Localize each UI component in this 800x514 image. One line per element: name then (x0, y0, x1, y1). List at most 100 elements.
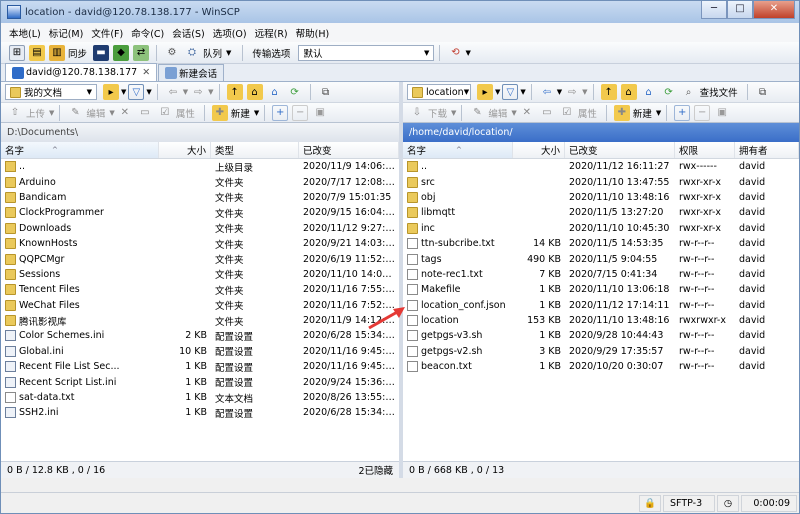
root-dir-icon[interactable]: ⌂ (620, 84, 637, 100)
col-owner[interactable]: 拥有者 (735, 142, 799, 158)
forward-dropdown-icon[interactable]: ▼ (208, 88, 213, 96)
delete-icon[interactable]: ✕ (519, 105, 535, 121)
menu-files[interactable]: 文件(F) (91, 26, 123, 40)
find-files-button[interactable]: 查找文件 (700, 85, 738, 99)
local-file-row[interactable]: SSH2.ini 1 KB 配置设置 2020/6/28 15:34:35 (1, 405, 399, 420)
download-icon[interactable]: ⇩ (409, 105, 425, 121)
local-file-row[interactable]: QQPCMgr 文件夹 2020/6/19 11:52:44 (1, 251, 399, 266)
remote-location-select[interactable]: location ▼ (407, 84, 471, 100)
new-button[interactable]: 新建 (633, 106, 652, 120)
download-dropdown-icon[interactable]: ▼ (451, 109, 456, 117)
download-button[interactable]: 下载 (428, 106, 447, 120)
compare-dirs-icon[interactable]: ▤ (29, 44, 45, 61)
properties-icon[interactable]: ☑ (559, 105, 575, 121)
local-file-row[interactable]: 腾讯影视库 文件夹 2020/11/9 14:12:57 (1, 313, 399, 328)
select-all-icon[interactable]: + (674, 104, 691, 121)
home-icon[interactable]: ⌂ (267, 84, 283, 100)
sync-button[interactable]: 同步 (68, 46, 87, 60)
find-files-icon[interactable]: ⌕ (681, 84, 697, 100)
sync-icon[interactable]: ⇄ (133, 44, 150, 61)
new-dropdown-icon[interactable]: ▼ (656, 109, 661, 117)
menu-remote[interactable]: 远程(R) (255, 26, 288, 40)
remote-file-row[interactable]: getpgs-v3.sh 1 KB 2020/9/28 10:44:43 rw-r--… (403, 328, 799, 343)
upload-button[interactable]: 上传 (26, 106, 45, 120)
local-file-row[interactable]: Sessions 文件夹 2020/11/10 14:09:42 (1, 267, 399, 282)
open-folder-icon[interactable]: ▸ (477, 84, 493, 100)
menu-session[interactable]: 会话(S) (172, 26, 204, 40)
local-status-hidden[interactable]: 2已隐藏 (358, 463, 393, 477)
local-file-row[interactable]: Color Schemes.ini 2 KB 配置设置 2020/6/28 15:34… (1, 328, 399, 343)
local-file-row[interactable]: Arduino 文件夹 2020/7/17 12:08:40 (1, 174, 399, 189)
refresh-icon[interactable]: ⟳ (287, 84, 303, 100)
home-icon[interactable]: ⌂ (641, 84, 657, 100)
new-folder-icon[interactable]: ✚ (613, 104, 630, 121)
remote-file-row[interactable]: .. 2020/11/12 16:11:27 rwx------ david (403, 159, 799, 174)
new-folder-icon[interactable]: ✚ (211, 104, 228, 121)
remote-path-bar[interactable]: /home/david/location/ (403, 123, 799, 142)
open-dropdown-icon[interactable]: ▼ (121, 88, 126, 96)
filter-icon[interactable]: ▽ (128, 84, 145, 100)
transfer-settings-dropdown-icon[interactable]: ▼ (465, 49, 470, 57)
deselect-icon[interactable]: − (292, 104, 309, 121)
back-dropdown-icon[interactable]: ▼ (183, 88, 188, 96)
filter-dropdown-icon[interactable]: ▼ (146, 88, 151, 96)
remote-file-row[interactable]: location_conf.json 1 KB 2020/11/12 17:14:1… (403, 298, 799, 313)
col-name[interactable]: 名字 ^ (403, 142, 513, 158)
tree-toggle-icon[interactable]: ⧉ (318, 84, 334, 100)
tab-new-session[interactable]: 新建会话 (158, 64, 225, 81)
properties-icon[interactable]: ☑ (157, 105, 173, 121)
upload-dropdown-icon[interactable]: ▼ (49, 109, 54, 117)
col-name[interactable]: 名字 ^ (1, 142, 159, 158)
back-arrow-icon[interactable]: ⇦ (165, 84, 181, 100)
minimize-button[interactable]: ─ (701, 1, 727, 19)
upload-icon[interactable]: ⇧ (7, 105, 23, 121)
properties-button[interactable]: 属性 (578, 106, 597, 120)
local-file-row[interactable]: Bandicam 文件夹 2020/7/9 15:01:35 (1, 190, 399, 205)
putty-icon[interactable]: ◆ (113, 44, 130, 61)
col-type[interactable]: 类型 (211, 142, 299, 158)
queue-button[interactable]: 队列 (203, 46, 222, 60)
local-file-row[interactable]: Global.ini 10 KB 配置设置 2020/11/16 9:45:48 (1, 344, 399, 359)
tab-close-icon[interactable]: ✕ (142, 67, 150, 78)
local-file-row[interactable]: Recent Script List.ini 1 KB 配置设置 2020/9/24 … (1, 374, 399, 389)
remote-file-row[interactable]: location 153 KB 2020/11/10 13:48:16 rwxrwxr… (403, 313, 799, 328)
menu-mark[interactable]: 标记(M) (49, 26, 84, 40)
remote-file-row[interactable]: inc 2020/11/10 10:45:30 rwxr-xr-x david (403, 221, 799, 236)
select-all-icon[interactable]: + (272, 104, 289, 121)
tree-toggle-icon[interactable]: ⧉ (755, 84, 771, 100)
delete-icon[interactable]: ✕ (117, 105, 133, 121)
remote-file-row[interactable]: getpgs-v2.sh 3 KB 2020/9/29 17:35:57 rw-r--… (403, 344, 799, 359)
edit-button[interactable]: 编辑 (86, 106, 105, 120)
parent-dir-icon[interactable]: ↑ (226, 84, 243, 100)
invert-selection-icon[interactable]: ▣ (714, 105, 730, 121)
local-path-bar[interactable]: D:\Documents\ (1, 123, 399, 142)
refresh-icon[interactable]: ⟳ (661, 84, 677, 100)
local-file-row[interactable]: Tencent Files 文件夹 2020/11/16 7:55:26 (1, 282, 399, 297)
edit-button[interactable]: 编辑 (488, 106, 507, 120)
local-location-select[interactable]: 我的文档 ▼ (5, 84, 97, 100)
new-dropdown-icon[interactable]: ▼ (254, 109, 259, 117)
invert-selection-icon[interactable]: ▣ (312, 105, 328, 121)
menu-commands[interactable]: 命令(C) (131, 26, 164, 40)
preferences-gear-icon[interactable]: ⚙ (164, 45, 180, 61)
root-dir-icon[interactable]: ⌂ (246, 84, 263, 100)
local-file-row[interactable]: ClockProgrammer 文件夹 2020/9/15 16:04:29 (1, 205, 399, 220)
tab-session-david[interactable]: david@120.78.138.177 ✕ (5, 63, 158, 81)
remote-file-row[interactable]: src 2020/11/10 13:47:55 rwxr-xr-x david (403, 174, 799, 189)
col-permissions[interactable]: 权限 (675, 142, 735, 158)
deselect-icon[interactable]: − (694, 104, 711, 121)
col-changed[interactable]: 已改变 (565, 142, 675, 158)
remote-file-row[interactable]: note-rec1.txt 7 KB 2020/7/15 0:41:34 rw-r--… (403, 267, 799, 282)
menu-help[interactable]: 帮助(H) (296, 26, 330, 40)
forward-dropdown-icon[interactable]: ▼ (582, 88, 587, 96)
console-icon[interactable]: ▬ (93, 44, 110, 61)
queue-icon[interactable]: ⛭ (184, 45, 200, 61)
remote-file-row[interactable]: obj 2020/11/10 13:48:16 rwxr-xr-x david (403, 190, 799, 205)
sync-browse-icon[interactable]: ▥ (49, 44, 65, 61)
remote-file-row[interactable]: beacon.txt 1 KB 2020/10/20 0:30:07 rw-r--r-… (403, 359, 799, 374)
edit-icon[interactable]: ✎ (67, 105, 83, 121)
queue-dropdown-icon[interactable]: ▼ (226, 49, 231, 57)
back-dropdown-icon[interactable]: ▼ (557, 88, 562, 96)
col-changed[interactable]: 已改变 (299, 142, 399, 158)
menu-local[interactable]: 本地(L) (9, 26, 41, 40)
